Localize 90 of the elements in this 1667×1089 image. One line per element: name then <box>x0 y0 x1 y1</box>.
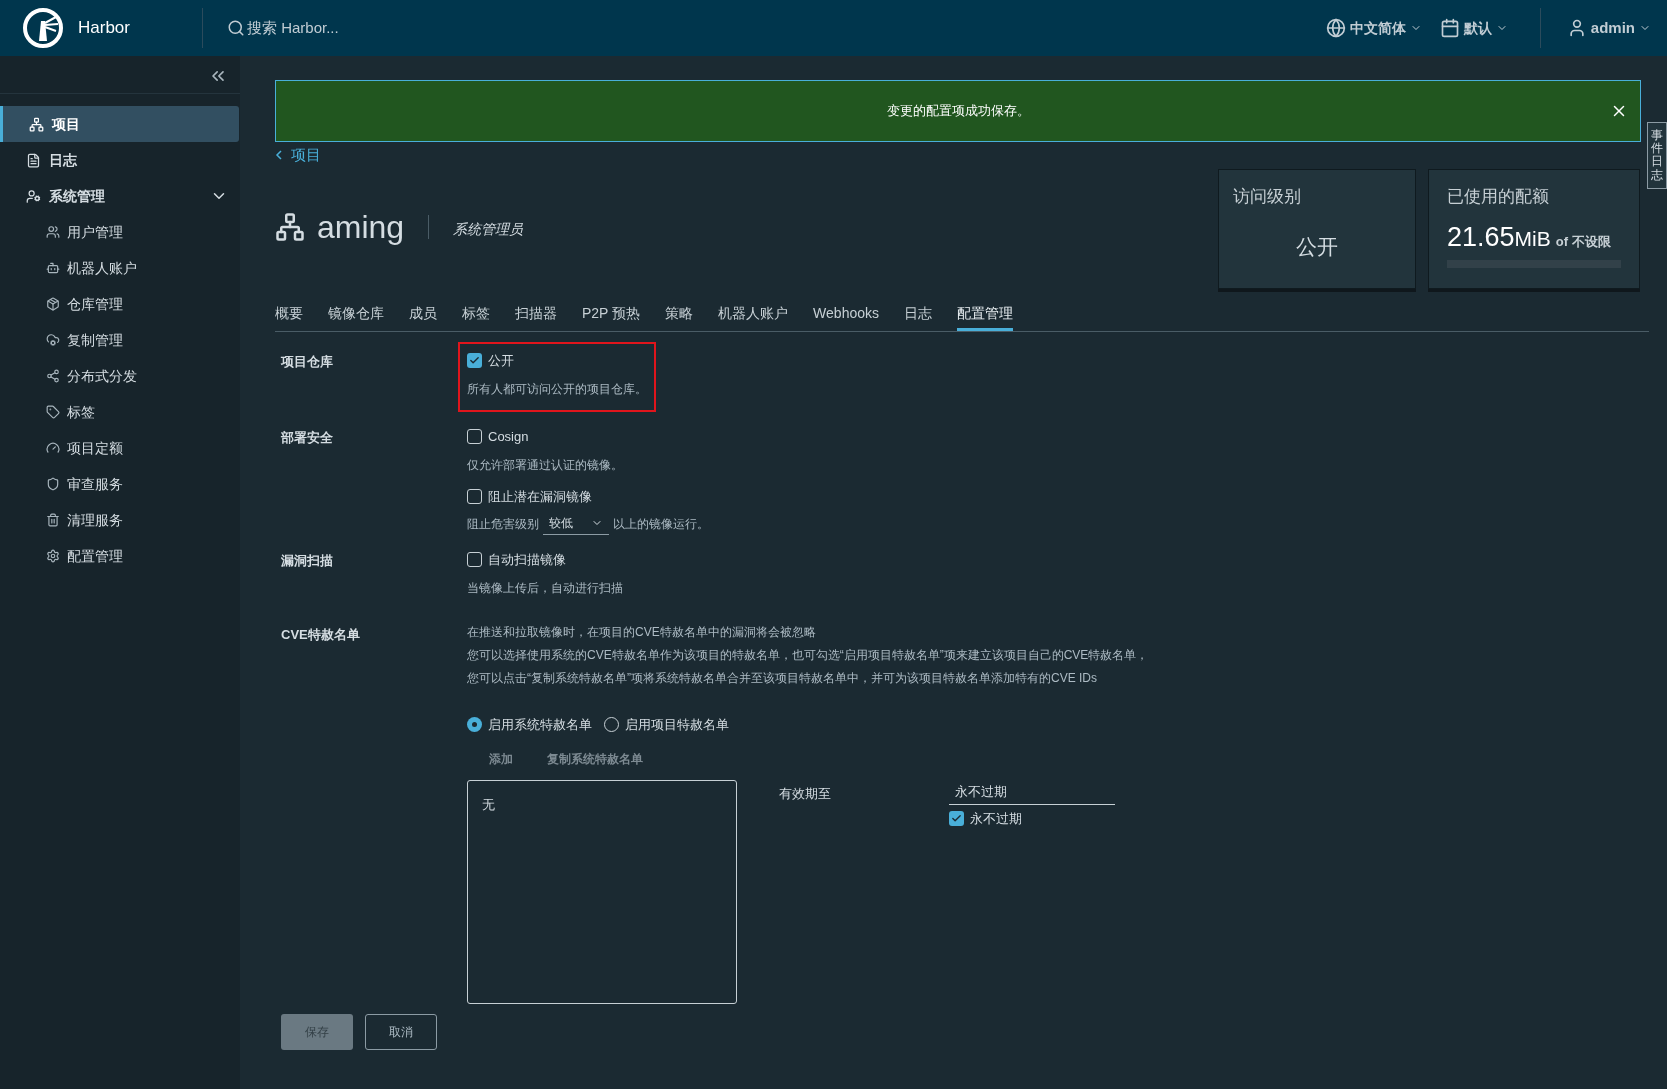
hierarchy-icon <box>275 211 305 242</box>
cloud-icon <box>46 333 60 347</box>
sidebar-subitem[interactable]: 清理服务 <box>0 502 240 538</box>
sidebar-subitem[interactable]: 审查服务 <box>0 466 240 502</box>
help-text: 仅允许部署通过认证的镜像。 <box>467 456 624 474</box>
tab[interactable]: 标签 <box>462 302 490 331</box>
severity-select[interactable]: 较低 <box>543 513 609 535</box>
user-menu[interactable]: admin <box>1566 16 1651 40</box>
tab[interactable]: 扫描器 <box>515 302 557 331</box>
gauge-icon <box>46 441 60 455</box>
help-text: 阻止危害级别 <box>467 516 539 533</box>
search-field[interactable]: 搜索 Harbor... <box>227 16 339 40</box>
quota-used: 21.65MiB <box>1447 221 1551 254</box>
card-title: 访问级别 <box>1233 185 1302 208</box>
tab[interactable]: 日志 <box>904 302 932 331</box>
form-button[interactable]: 取消 <box>365 1014 437 1050</box>
project-name: aming <box>317 207 405 247</box>
expiry-label: 有效期至 <box>779 785 831 803</box>
breadcrumb-link[interactable]: 项目 <box>275 144 321 167</box>
description-line: 在推送和拉取镜像时，在项目的CVE特赦名单中的漏洞将会被忽略 <box>467 623 817 641</box>
shield-icon <box>46 477 60 491</box>
checkbox[interactable] <box>467 552 482 567</box>
globe-icon <box>1325 18 1346 38</box>
radio-label: 启用项目特赦名单 <box>625 715 729 734</box>
checkbox-label: Cosign <box>488 427 529 446</box>
banner-message: 变更的配置项成功保存。 <box>886 102 1030 121</box>
section-label: 部署安全 <box>280 428 334 447</box>
users-icon <box>46 225 60 239</box>
tab[interactable]: 镜像仓库 <box>328 302 384 331</box>
sidebar-subitem[interactable]: 机器人账户 <box>0 250 240 286</box>
help-text: 当镜像上传后，自动进行扫描 <box>467 579 623 597</box>
hierarchy-icon <box>29 116 44 132</box>
robot-icon <box>46 261 60 275</box>
check-icon <box>469 355 480 366</box>
calendar-icon <box>1439 18 1460 38</box>
tab[interactable]: 概要 <box>275 302 303 331</box>
lighthouse-logo-icon <box>22 7 64 49</box>
tab[interactable]: P2P 预热 <box>582 302 641 331</box>
card-title: 已使用的配额 <box>1447 185 1550 208</box>
sidebar-subitem[interactable]: 分布式分发 <box>0 358 240 394</box>
checkbox-label: 永不过期 <box>970 809 1022 828</box>
checkbox-label: 阻止潜在漏洞镜像 <box>488 487 592 506</box>
sidebar-subitem[interactable]: 配置管理 <box>0 538 240 574</box>
tab[interactable]: 成员 <box>409 302 437 331</box>
description-line: 您可以选择使用系统的CVE特赦名单作为该项目的特赦名单，也可勾选“启用项目特赦名单”项来建立该项目自己的CVE特赦名单， <box>467 646 1149 664</box>
access-level-value: 公开 <box>1296 234 1338 260</box>
radio-label: 启用系统特赦名单 <box>488 715 592 734</box>
sidebar-subitem[interactable]: 用户管理 <box>0 214 240 250</box>
sidebar-item[interactable]: 日志 <box>0 142 240 178</box>
language-menu[interactable]: 中文简体 <box>1325 17 1422 39</box>
checkbox-label: 自动扫描镜像 <box>488 550 566 569</box>
help-text: 所有人都可访问公开的项目仓库。 <box>467 380 647 398</box>
expiry-field[interactable]: 永不过期 <box>949 782 1115 805</box>
section-label: 项目仓库 <box>279 352 334 371</box>
checkbox[interactable] <box>467 353 482 368</box>
tab[interactable]: 策略 <box>665 302 694 331</box>
date-format-menu[interactable]: 默认 <box>1439 17 1508 39</box>
trash-icon <box>46 513 60 527</box>
sidebar-subitem[interactable]: 项目定额 <box>0 430 240 466</box>
gear-icon <box>46 549 60 563</box>
sidebar-subitem[interactable]: 仓库管理 <box>0 286 240 322</box>
role-label: 系统管理员 <box>453 220 524 239</box>
allowlist-entry: 无 <box>482 796 496 814</box>
sidebar-item[interactable]: 系统管理 <box>0 178 240 214</box>
section-label: 漏洞扫描 <box>280 551 334 570</box>
tab[interactable]: 配置管理 <box>957 302 1013 331</box>
checkbox[interactable] <box>949 810 964 826</box>
brand-name: Harbor <box>78 17 130 40</box>
chevron-left-icon <box>275 150 283 161</box>
help-text: 以上的镜像运行。 <box>613 516 709 533</box>
description-line: 您可以点击“复制系统特赦名单”项将系统特赦名单合并至该项目特赦名单中，并可为该项目特赦名单添加特有的CVE IDs <box>467 669 1098 687</box>
user-gear-icon <box>26 188 41 204</box>
document-icon <box>26 152 41 168</box>
sidebar-subitem[interactable]: 标签 <box>0 394 240 430</box>
search-icon <box>227 19 245 37</box>
check-icon <box>951 812 962 824</box>
radio-button[interactable] <box>467 716 482 732</box>
checkbox-label: 公开 <box>488 351 514 370</box>
sidebar-subitem[interactable]: 复制管理 <box>0 322 240 358</box>
sidebar-item[interactable]: 项目 <box>0 106 239 142</box>
section-label: CVE特赦名单 <box>280 625 361 644</box>
checkbox[interactable] <box>467 429 482 444</box>
tag-icon <box>46 405 60 419</box>
tab[interactable]: 机器人账户 <box>718 302 789 331</box>
tab[interactable]: Webhooks <box>813 302 879 331</box>
checkbox[interactable] <box>467 489 482 504</box>
quota-limit: of 不设限 <box>1555 233 1611 251</box>
cube-icon <box>46 297 60 311</box>
event-log-tab[interactable]: 事件日志 <box>1647 122 1667 189</box>
share-icon <box>46 369 60 383</box>
